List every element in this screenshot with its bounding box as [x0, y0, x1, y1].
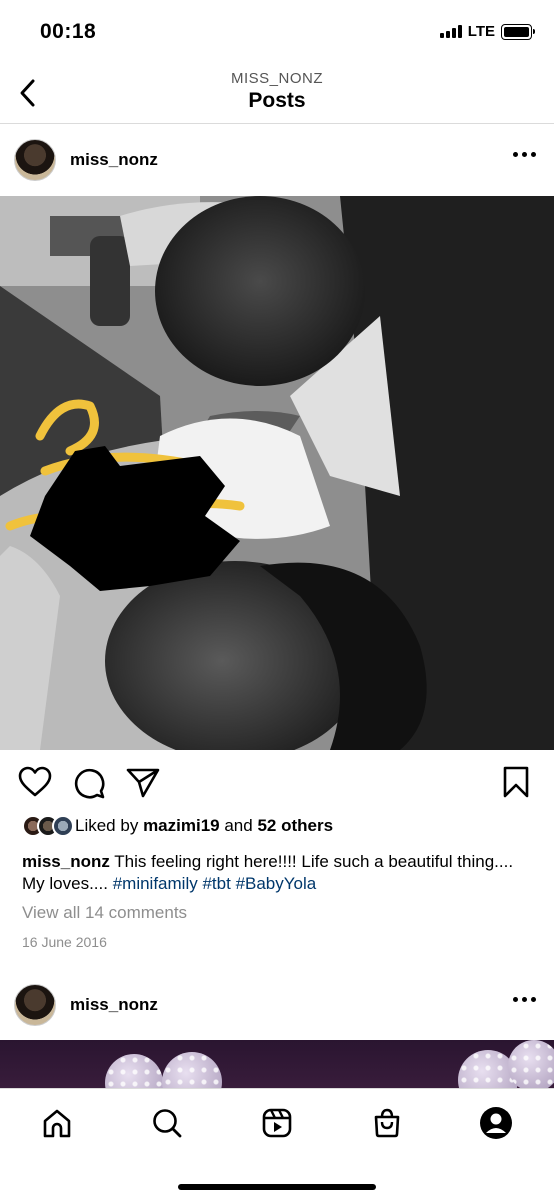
- likes-summary[interactable]: Liked by mazimi19 and 52 others: [22, 815, 333, 837]
- home-icon: [43, 1109, 71, 1138]
- post-actions: [0, 762, 554, 802]
- header-username: MISS_NONZ: [230, 70, 323, 87]
- comment-icon[interactable]: [72, 766, 106, 800]
- network-label: LTE: [467, 23, 495, 40]
- tab-profile[interactable]: [476, 1103, 516, 1143]
- signal-icon: [439, 25, 462, 38]
- likes-others[interactable]: 52 others: [257, 816, 333, 836]
- likes-user[interactable]: mazimi19: [143, 816, 220, 836]
- post-photo[interactable]: [0, 196, 554, 750]
- post-header: miss_nonz: [0, 125, 554, 195]
- post-date: 16 June 2016: [22, 934, 107, 950]
- caption-username[interactable]: miss_nonz: [22, 852, 110, 871]
- hashtag[interactable]: #minifamily: [113, 874, 198, 893]
- more-options-button[interactable]: [513, 152, 536, 157]
- bottom-tab-bar: [0, 1088, 554, 1200]
- hashtag[interactable]: #tbt: [202, 874, 230, 893]
- battery-icon: [501, 23, 535, 40]
- page-title: Posts: [248, 89, 306, 112]
- post-username[interactable]: miss_nonz: [70, 150, 158, 170]
- hashtag[interactable]: #BabyYola: [236, 874, 317, 893]
- avatar[interactable]: [14, 984, 56, 1026]
- reels-icon: [262, 1108, 292, 1138]
- more-horizontal-icon: [513, 152, 518, 157]
- next-post-header: miss_nonz: [0, 970, 554, 1040]
- more-options-button[interactable]: [513, 997, 536, 1002]
- tab-home[interactable]: [37, 1103, 77, 1143]
- profile-icon: [480, 1107, 512, 1139]
- status-indicators: LTE: [439, 23, 535, 40]
- status-bar: 00:18 LTE: [0, 0, 554, 62]
- send-icon[interactable]: [126, 766, 160, 798]
- shop-icon: [374, 1108, 400, 1138]
- heart-icon[interactable]: [18, 766, 52, 798]
- post-caption: miss_nonz This feeling right here!!!! Li…: [22, 851, 538, 895]
- likes-connector: and: [224, 816, 253, 835]
- status-time: 00:18: [40, 20, 97, 43]
- tab-shop[interactable]: [367, 1103, 407, 1143]
- photo-image: [0, 196, 554, 750]
- bookmark-icon[interactable]: [502, 766, 530, 798]
- liker-avatars: [22, 815, 74, 837]
- view-comments-link[interactable]: View all 14 comments: [22, 903, 187, 923]
- avatar[interactable]: [14, 139, 56, 181]
- tab-reels[interactable]: [257, 1103, 297, 1143]
- post-username[interactable]: miss_nonz: [70, 995, 158, 1015]
- likes-prefix: Liked by: [75, 816, 139, 835]
- tab-search[interactable]: [147, 1103, 187, 1143]
- nav-header: MISS_NONZ Posts: [0, 62, 554, 124]
- home-indicator: [178, 1184, 376, 1190]
- search-icon: [153, 1109, 182, 1138]
- more-horizontal-icon: [513, 997, 518, 1002]
